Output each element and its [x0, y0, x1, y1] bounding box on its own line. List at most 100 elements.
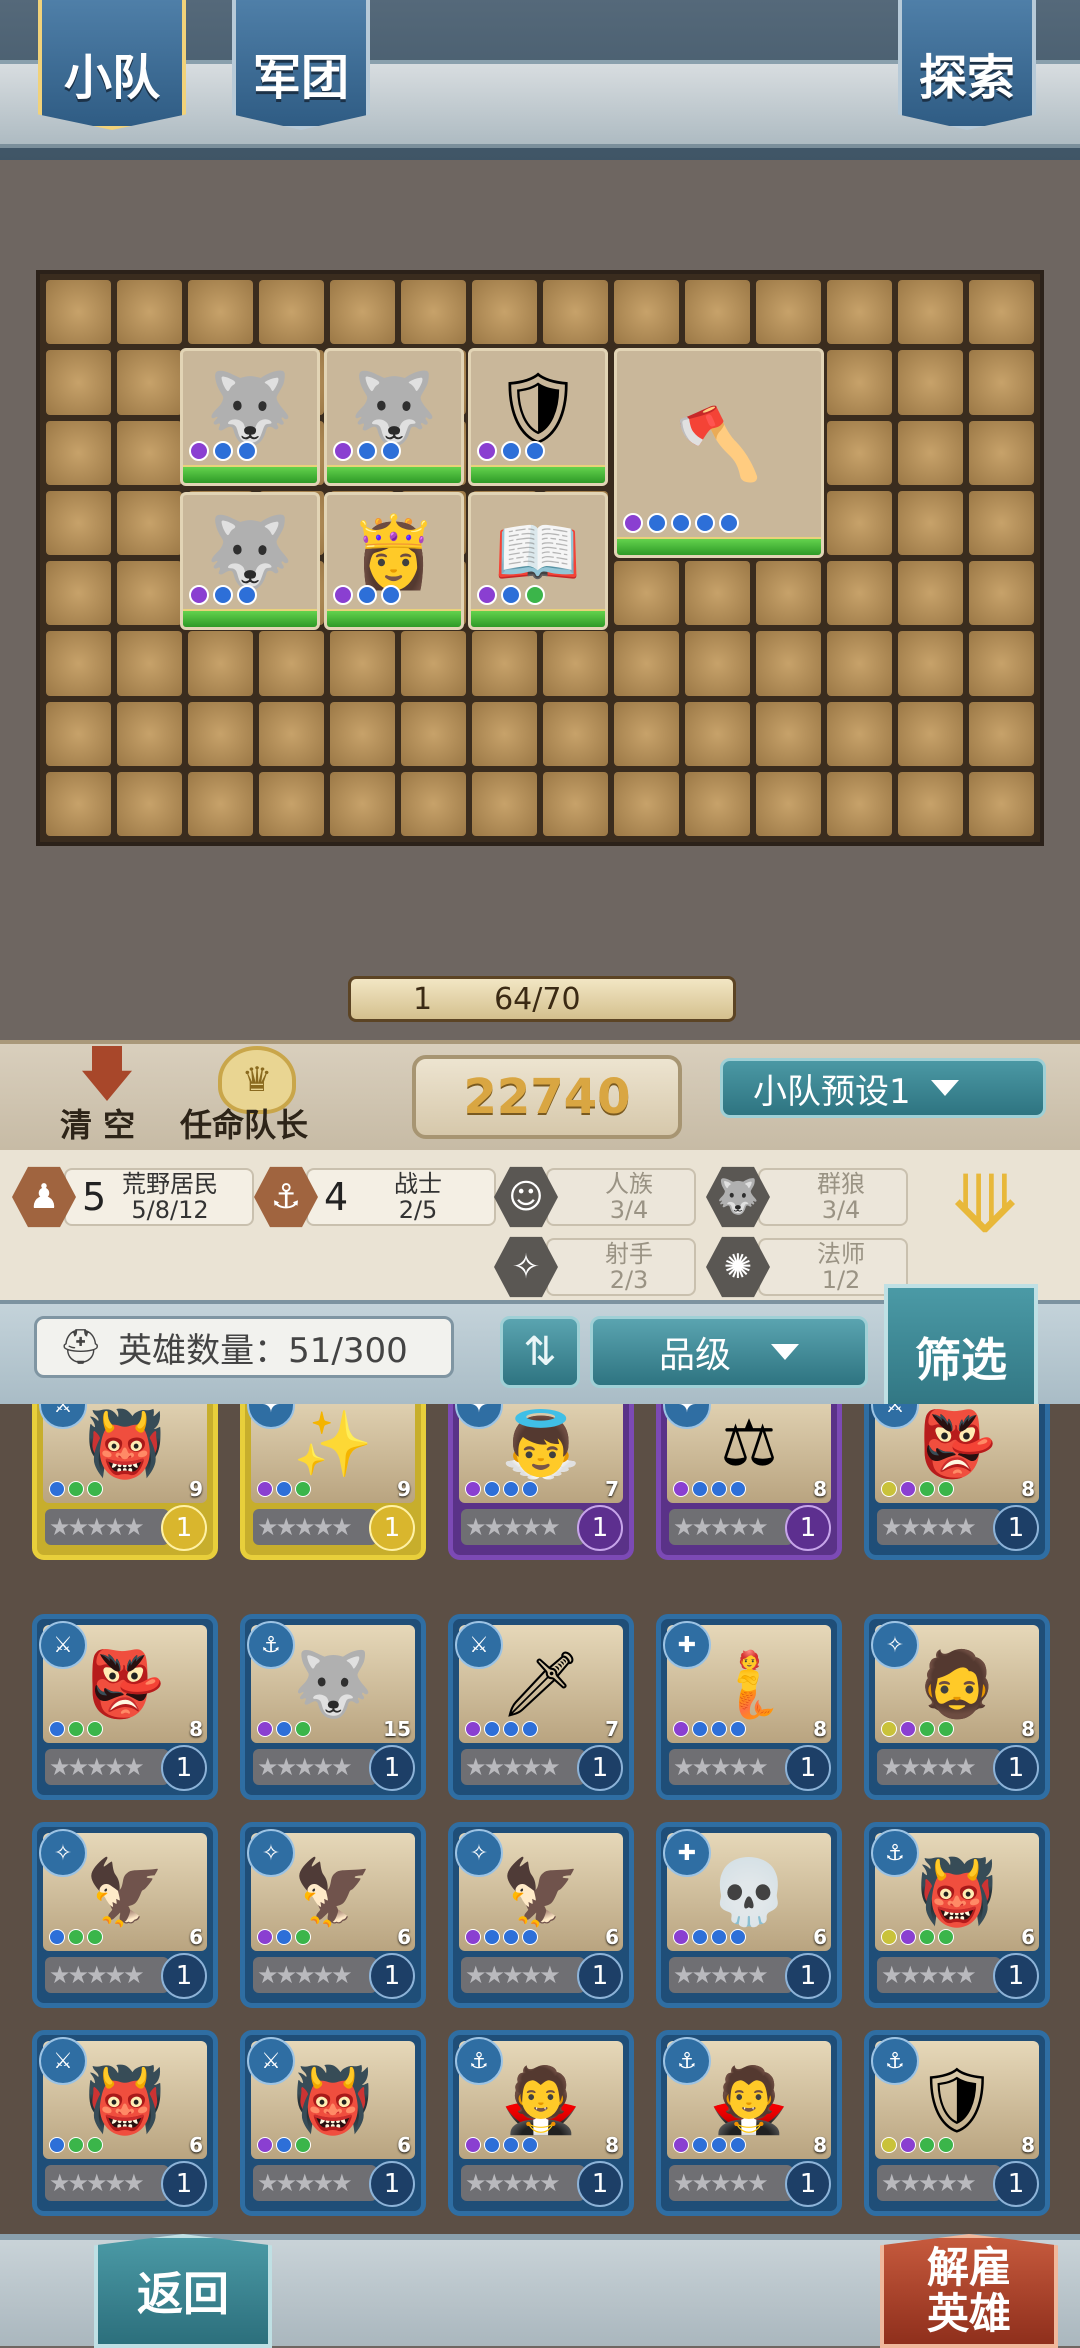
grid-cell[interactable]: [259, 631, 324, 696]
grid-cell[interactable]: [614, 561, 679, 626]
grid-cell[interactable]: [117, 631, 182, 696]
board-unit-dwarf-warrior[interactable]: 🪓: [614, 348, 824, 558]
hero-card[interactable]: 👺 ⚔ 8 ★★★★★ 1: [864, 1404, 1050, 1560]
board-unit-wolf[interactable]: 🐺: [180, 348, 320, 486]
grid-cell[interactable]: [969, 350, 1034, 415]
grid-cell[interactable]: [543, 701, 608, 766]
clear-button[interactable]: 清 空: [52, 1046, 162, 1146]
tab-squad[interactable]: 小队: [38, 0, 186, 130]
grid-cell[interactable]: [827, 701, 892, 766]
grid-cell[interactable]: [543, 280, 608, 345]
grid-cell[interactable]: [543, 771, 608, 836]
tab-legion[interactable]: 军团: [232, 0, 370, 130]
hero-card[interactable]: 🦅 ✧ 6 ★★★★★ 1: [240, 1822, 426, 2008]
grid-cell[interactable]: [898, 280, 963, 345]
grid-cell[interactable]: [969, 561, 1034, 626]
grid-cell[interactable]: [117, 701, 182, 766]
grid-cell[interactable]: [472, 771, 537, 836]
grid-cell[interactable]: [46, 771, 111, 836]
grid-cell[interactable]: [685, 561, 750, 626]
hero-card[interactable]: 🧔 ✧ 8 ★★★★★ 1: [864, 1614, 1050, 1800]
hero-card[interactable]: ⚖ ✦ 8 ★★★★★ 1: [656, 1404, 842, 1560]
hero-card[interactable]: 💀 ✚ 6 ★★★★★ 1: [656, 1822, 842, 2008]
grid-cell[interactable]: [401, 771, 466, 836]
synergy-emblem-icon[interactable]: ⟱: [930, 1160, 1040, 1250]
synergy-human[interactable]: ☺ 人族 3/4: [494, 1166, 696, 1228]
grid-cell[interactable]: [401, 701, 466, 766]
grid-cell[interactable]: [259, 771, 324, 836]
appoint-captain-button[interactable]: ♛ 任命队长: [180, 1046, 330, 1146]
board-unit-wolf[interactable]: 🐺: [324, 348, 464, 486]
grid-cell[interactable]: [898, 490, 963, 555]
synergy-wolfpack[interactable]: 🐺 群狼 3/4: [706, 1166, 908, 1228]
grid-cell[interactable]: [827, 631, 892, 696]
hero-card[interactable]: 🧜 ✚ 8 ★★★★★ 1: [656, 1614, 842, 1800]
grid-cell[interactable]: [756, 771, 821, 836]
grid-cell[interactable]: [330, 280, 395, 345]
grid-cell[interactable]: [330, 701, 395, 766]
board-unit-wolf[interactable]: 🐺: [180, 492, 320, 630]
grid-cell[interactable]: [117, 280, 182, 345]
grid-cell[interactable]: [401, 280, 466, 345]
synergy-mage[interactable]: ✺ 法师 1/2: [706, 1236, 908, 1298]
grid-cell[interactable]: [117, 490, 182, 555]
grid-cell[interactable]: [614, 701, 679, 766]
grid-cell[interactable]: [827, 280, 892, 345]
grid-cell[interactable]: [259, 701, 324, 766]
grid-cell[interactable]: [756, 280, 821, 345]
grid-cell[interactable]: [685, 631, 750, 696]
synergy-warrior[interactable]: ⚓ 4 战士 2/5: [254, 1166, 496, 1228]
grid-cell[interactable]: [756, 561, 821, 626]
grid-cell[interactable]: [117, 350, 182, 415]
grid-cell[interactable]: [898, 350, 963, 415]
hero-card[interactable]: 🦅 ✧ 6 ★★★★★ 1: [448, 1822, 634, 2008]
grid-cell[interactable]: [188, 771, 253, 836]
grid-cell[interactable]: [827, 350, 892, 415]
grid-cell[interactable]: [614, 771, 679, 836]
hero-card[interactable]: ✨ ✦ 9 ★★★★★ 1: [240, 1404, 426, 1560]
hero-card[interactable]: 👼 ✦ 7 ★★★★★ 1: [448, 1404, 634, 1560]
grid-cell[interactable]: [685, 280, 750, 345]
grid-cell[interactable]: [46, 350, 111, 415]
grid-cell[interactable]: [827, 561, 892, 626]
grid-cell[interactable]: [46, 561, 111, 626]
grid-cell[interactable]: [46, 420, 111, 485]
hero-card[interactable]: 👹 ⚔ 6 ★★★★★ 1: [32, 2030, 218, 2216]
tab-explore[interactable]: 探索: [898, 0, 1036, 130]
sort-order-button[interactable]: ⇅: [500, 1316, 580, 1388]
synergy-wildlander[interactable]: ♟ 5 荒野居民 5/8/12: [12, 1166, 254, 1228]
hero-card[interactable]: 🗡 ⚔ 7 ★★★★★ 1: [448, 1614, 634, 1800]
grid-cell[interactable]: [117, 561, 182, 626]
hero-card[interactable]: 👹 ⚔ 9 ★★★★★ 1: [32, 1404, 218, 1560]
grid-cell[interactable]: [614, 280, 679, 345]
hero-card[interactable]: 🦅 ✧ 6 ★★★★★ 1: [32, 1822, 218, 2008]
hero-card[interactable]: 🧛 ⚓ 8 ★★★★★ 1: [656, 2030, 842, 2216]
grid-cell[interactable]: [898, 631, 963, 696]
board-unit-nun[interactable]: 👸: [324, 492, 464, 630]
board-unit-monk[interactable]: 📖: [468, 492, 608, 630]
grid-cell[interactable]: [969, 280, 1034, 345]
grid-cell[interactable]: [46, 701, 111, 766]
grid-cell[interactable]: [969, 420, 1034, 485]
grid-cell[interactable]: [188, 280, 253, 345]
grid-cell[interactable]: [685, 701, 750, 766]
dismiss-heroes-button[interactable]: 解雇 英雄: [880, 2234, 1058, 2348]
grid-cell[interactable]: [259, 280, 324, 345]
grid-cell[interactable]: [330, 771, 395, 836]
grid-cell[interactable]: [614, 631, 679, 696]
hero-card[interactable]: 👺 ⚔ 8 ★★★★★ 1: [32, 1614, 218, 1800]
grid-cell[interactable]: [117, 771, 182, 836]
grid-cell[interactable]: [898, 701, 963, 766]
grid-cell[interactable]: [188, 631, 253, 696]
grid-cell[interactable]: [969, 631, 1034, 696]
grid-cell[interactable]: [472, 631, 537, 696]
grid-cell[interactable]: [827, 420, 892, 485]
grid-cell[interactable]: [188, 701, 253, 766]
hero-list[interactable]: 👹 ⚔ 9 ★★★★★ 1 ✨ ✦ 9 ★★★★★ 1 👼 ✦ 7 ★★★★★ 1 ⚖ ✦ 8 ★★★★★ 1 👺 ⚔ 8 ★…: [0, 1404, 1080, 2234]
grid-cell[interactable]: [756, 631, 821, 696]
grid-cell[interactable]: [898, 561, 963, 626]
grid-cell[interactable]: [46, 631, 111, 696]
back-button[interactable]: 返回: [94, 2234, 272, 2348]
synergy-archer[interactable]: ✧ 射手 2/3: [494, 1236, 696, 1298]
board-unit-knight[interactable]: 🛡: [468, 348, 608, 486]
